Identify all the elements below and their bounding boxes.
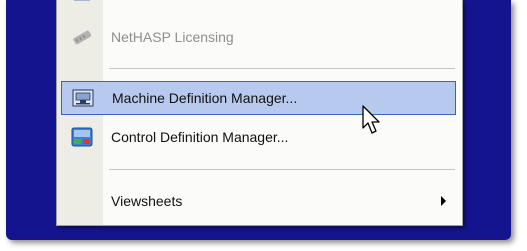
mouse-pointer-icon bbox=[362, 105, 382, 140]
menu-separator bbox=[109, 68, 455, 69]
machine-definition-icon bbox=[68, 89, 98, 107]
menu-item-machine-definition-manager[interactable]: Machine Definition Manager... bbox=[61, 81, 456, 115]
license-key-icon bbox=[67, 29, 97, 45]
menu-item-label: Machine Definition Manager... bbox=[112, 90, 298, 106]
context-menu: NetHASP Licensing Machine Definition Man… bbox=[56, 0, 463, 226]
menu-item-control-definition-manager[interactable]: Control Definition Manager... bbox=[61, 120, 456, 154]
control-definition-icon bbox=[67, 127, 97, 147]
submenu-arrow-icon bbox=[441, 196, 446, 206]
partial-item-icon bbox=[67, 0, 97, 3]
menu-item-viewsheets[interactable]: Viewsheets bbox=[61, 184, 456, 218]
menu-item-label: Control Definition Manager... bbox=[111, 129, 289, 145]
menu-item-label: NetHASP Licensing bbox=[111, 29, 234, 45]
menu-item-partial bbox=[61, 0, 456, 12]
menu-separator bbox=[109, 169, 455, 170]
menu-item-label: Viewsheets bbox=[111, 193, 183, 209]
menu-item-nethasp-licensing[interactable]: NetHASP Licensing bbox=[61, 20, 456, 54]
